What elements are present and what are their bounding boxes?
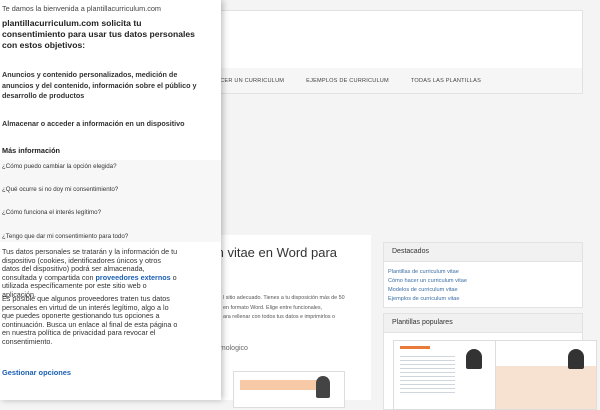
faq-item[interactable]: ¿Tengo que dar mi consentimiento para to… — [2, 233, 128, 240]
article-text: l sitio adecuado. Tienes a tu disposició… — [223, 294, 373, 323]
nav-todas-plantillas[interactable]: TODAS LAS PLANTILLAS — [411, 78, 481, 84]
article-line: ara rellenar con todos tus datos e impri… — [223, 314, 336, 320]
nav-ejemplos[interactable]: EJEMPLOS DE CURRICULUM — [306, 78, 389, 84]
manage-options-link[interactable]: Gestionar opciones — [2, 368, 71, 377]
more-info-heading: Más información — [2, 146, 60, 155]
article-line: en formato Word. Elige entre funcionales… — [223, 304, 323, 311]
site-header — [205, 10, 583, 70]
consent-paragraph: Tus datos personales se tratarán y la in… — [2, 247, 180, 300]
preview-avatar — [316, 376, 330, 398]
main-nav: HACER UN CURRICULUM EJEMPLOS DE CURRICUL… — [205, 68, 583, 94]
faq-item[interactable]: ¿Qué ocurre si no doy mi consentimiento? — [2, 186, 118, 193]
cv-preview-image[interactable] — [233, 371, 345, 408]
consent-welcome: Te damos la bienvenida a plantillacurric… — [2, 4, 161, 13]
thumb-lines — [400, 353, 455, 393]
destacados-link[interactable]: Plantillas de curriculum vitae — [388, 268, 578, 277]
destacados-link[interactable]: Modelos de curriculum vitae — [388, 286, 578, 295]
thumb-avatar — [568, 349, 584, 369]
thumb-heading — [400, 346, 430, 349]
faq-list: ¿Cómo puedo cambiar la opción elegida? ¿… — [0, 160, 221, 242]
thumb-avatar — [466, 349, 482, 369]
destacados-link[interactable]: Ejemplos de curriculum vitae — [388, 295, 578, 304]
destacados-box: Destacados Plantillas de curriculum vita… — [383, 242, 583, 308]
preview-band — [240, 380, 320, 390]
destacados-link[interactable]: Cómo hacer un curriculum vitae — [388, 277, 578, 286]
consent-panel: Te damos la bienvenida a plantillacurric… — [0, 0, 221, 400]
nav-hacer-curriculum[interactable]: HACER UN CURRICULUM — [212, 78, 284, 84]
faq-item[interactable]: ¿Cómo funciona el interés legítimo? — [2, 209, 101, 216]
consent-title: plantillacurriculum.com solicita tu cons… — [2, 18, 195, 50]
thumb-band — [496, 366, 596, 409]
consent-paragraph: Es posible que algunos proveedores trate… — [2, 294, 178, 346]
article-line: l sitio adecuado. Tienes a tu disposició… — [223, 295, 345, 301]
article-title: m vitae en Word para — [213, 245, 338, 260]
destacados-title: Destacados — [384, 243, 582, 262]
populares-title: Plantillas populares — [384, 314, 582, 333]
consent-purpose: Anuncios y contenido personalizados, med… — [2, 70, 197, 100]
consent-purpose: Almacenar o acceder a información en un … — [2, 119, 185, 128]
faq-item[interactable]: ¿Cómo puedo cambiar la opción elegida? — [2, 163, 117, 170]
